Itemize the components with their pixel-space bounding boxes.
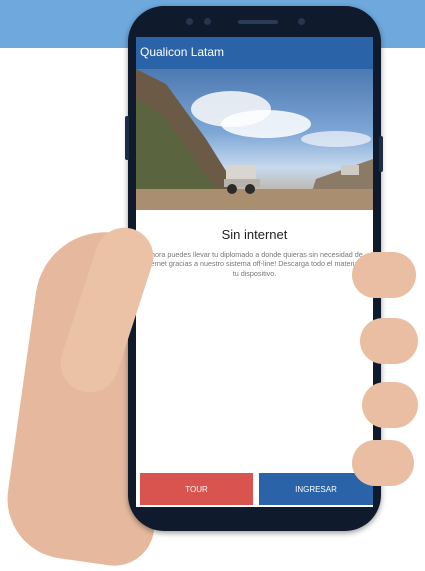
hand-finger: [352, 440, 414, 486]
app-bar: Qualicon Latam: [136, 37, 373, 69]
section-heading: Sin internet: [221, 227, 288, 242]
login-button[interactable]: INGRESAR: [259, 473, 373, 505]
phone-speaker: [238, 20, 278, 24]
phone-sensor: [204, 18, 211, 25]
hand-finger: [360, 318, 418, 364]
app-title: Qualicon Latam: [140, 45, 225, 59]
mining-landscape-illustration: [136, 69, 373, 210]
phone-power-button: [379, 136, 383, 172]
hand-finger: [362, 382, 418, 428]
phone-screen: Qualicon Latam Sin internet Ahora puedes…: [136, 37, 373, 517]
phone-sensor: [186, 18, 193, 25]
hero-image: [136, 69, 373, 210]
screen-bottom-bezel: [136, 507, 373, 517]
hand-finger: [352, 252, 416, 298]
phone-front-camera: [298, 18, 305, 25]
phone-volume-button: [125, 116, 129, 160]
section-description: Ahora puedes llevar tu diplomado a donde…: [142, 250, 367, 278]
content-section: Sin internet Ahora puedes llevar tu dipl…: [136, 210, 373, 480]
tour-button[interactable]: TOUR: [140, 473, 253, 505]
